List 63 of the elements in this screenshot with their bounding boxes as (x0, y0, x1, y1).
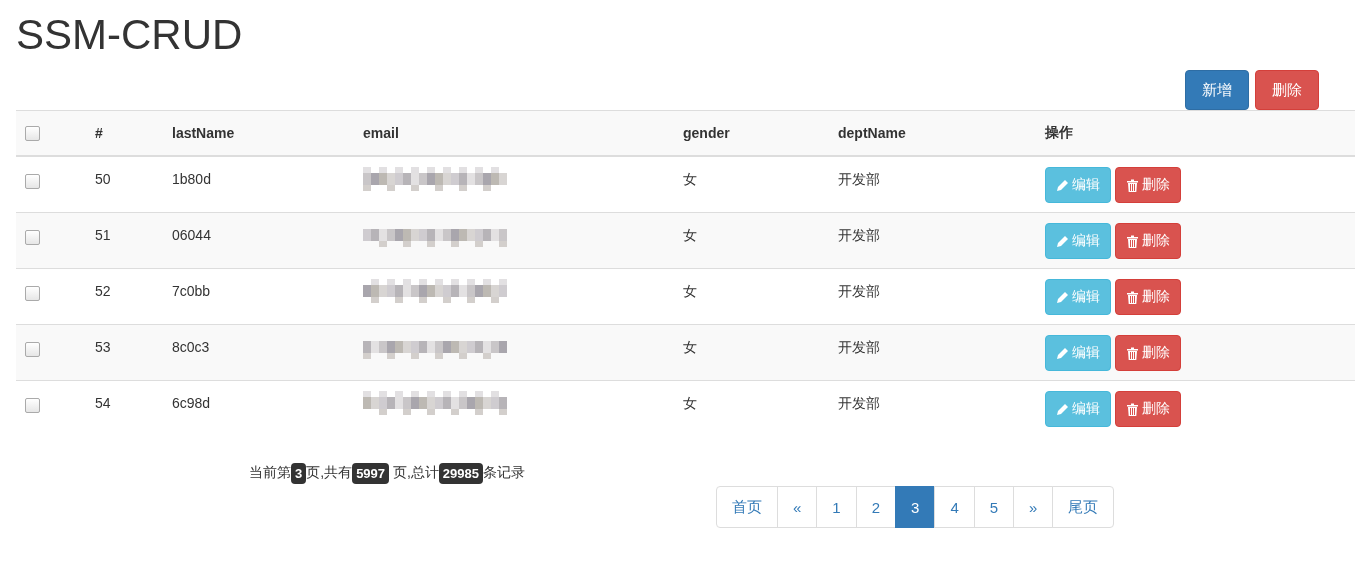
edit-button[interactable]: 编辑 (1045, 335, 1111, 371)
checkbox[interactable] (25, 341, 40, 357)
page-link[interactable]: « (777, 486, 818, 528)
column-header: deptName (830, 110, 1037, 156)
count-badge: 5997 (352, 462, 390, 484)
column-header: lastName (164, 110, 355, 156)
table-cell: 51 (87, 212, 164, 269)
table-cell: 06044 (164, 212, 355, 269)
delete-button[interactable]: 删除 (1255, 70, 1319, 110)
delete-button[interactable]: 删除 (1115, 335, 1181, 371)
page-link[interactable]: 1 (816, 486, 857, 528)
summary-text: 当前第 (249, 464, 291, 482)
summary-text: 页,共有 (306, 464, 353, 482)
add-button[interactable]: 新增 (1185, 70, 1249, 110)
pencil-icon (1056, 290, 1069, 304)
table-cell: 女 (675, 324, 830, 381)
edit-button[interactable]: 编辑 (1045, 279, 1111, 315)
page-title: SSM-CRUD (16, 12, 243, 58)
table-cell: 54 (87, 380, 164, 436)
column-header: gender (675, 110, 830, 156)
column-header: 操作 (1037, 110, 1355, 156)
delete-button[interactable]: 删除 (1115, 279, 1181, 315)
edit-button[interactable]: 编辑 (1045, 391, 1111, 427)
page-link[interactable]: 2 (855, 486, 897, 528)
delete-button[interactable]: 删除 (1115, 391, 1181, 427)
trash-icon (1126, 346, 1139, 360)
page-link[interactable]: 4 (934, 486, 975, 528)
checkbox[interactable] (25, 126, 40, 142)
table-cell: 女 (675, 380, 830, 436)
trash-icon (1126, 178, 1139, 192)
trash-icon (1126, 234, 1139, 248)
count-badge: 29985 (438, 462, 483, 484)
checkbox[interactable] (25, 285, 40, 301)
summary-text: 条记录 (483, 464, 525, 482)
table-cell: 53 (87, 324, 164, 381)
summary-text: 页,总计 (391, 464, 439, 482)
trash-icon (1126, 402, 1139, 416)
pencil-icon (1056, 402, 1069, 416)
table-cell: 开发部 (830, 212, 1037, 269)
table-cell: 女 (675, 212, 830, 269)
checkbox[interactable] (25, 397, 40, 413)
checkbox[interactable] (25, 229, 40, 245)
edit-button[interactable]: 编辑 (1045, 167, 1111, 203)
table-cell: 6c98d (164, 380, 355, 436)
edit-button[interactable]: 编辑 (1045, 223, 1111, 259)
trash-icon (1126, 290, 1139, 304)
page-link[interactable]: 首页 (716, 486, 778, 528)
page-link[interactable]: 尾页 (1052, 486, 1115, 528)
column-header: # (87, 110, 164, 156)
table-cell: 开发部 (830, 380, 1037, 436)
table-cell: 开发部 (830, 324, 1037, 381)
delete-button[interactable]: 删除 (1115, 223, 1181, 259)
pencil-icon (1056, 178, 1069, 192)
count-badge: 3 (291, 462, 307, 484)
table-cell: 8c0c3 (164, 324, 355, 381)
checkbox[interactable] (25, 173, 40, 189)
page-link[interactable]: 3 (895, 486, 936, 528)
page-link[interactable]: 5 (973, 486, 1015, 528)
pencil-icon (1056, 346, 1069, 360)
page-link[interactable]: » (1013, 486, 1054, 528)
pencil-icon (1056, 234, 1069, 248)
delete-button[interactable]: 删除 (1115, 167, 1181, 203)
column-header: email (355, 110, 675, 156)
